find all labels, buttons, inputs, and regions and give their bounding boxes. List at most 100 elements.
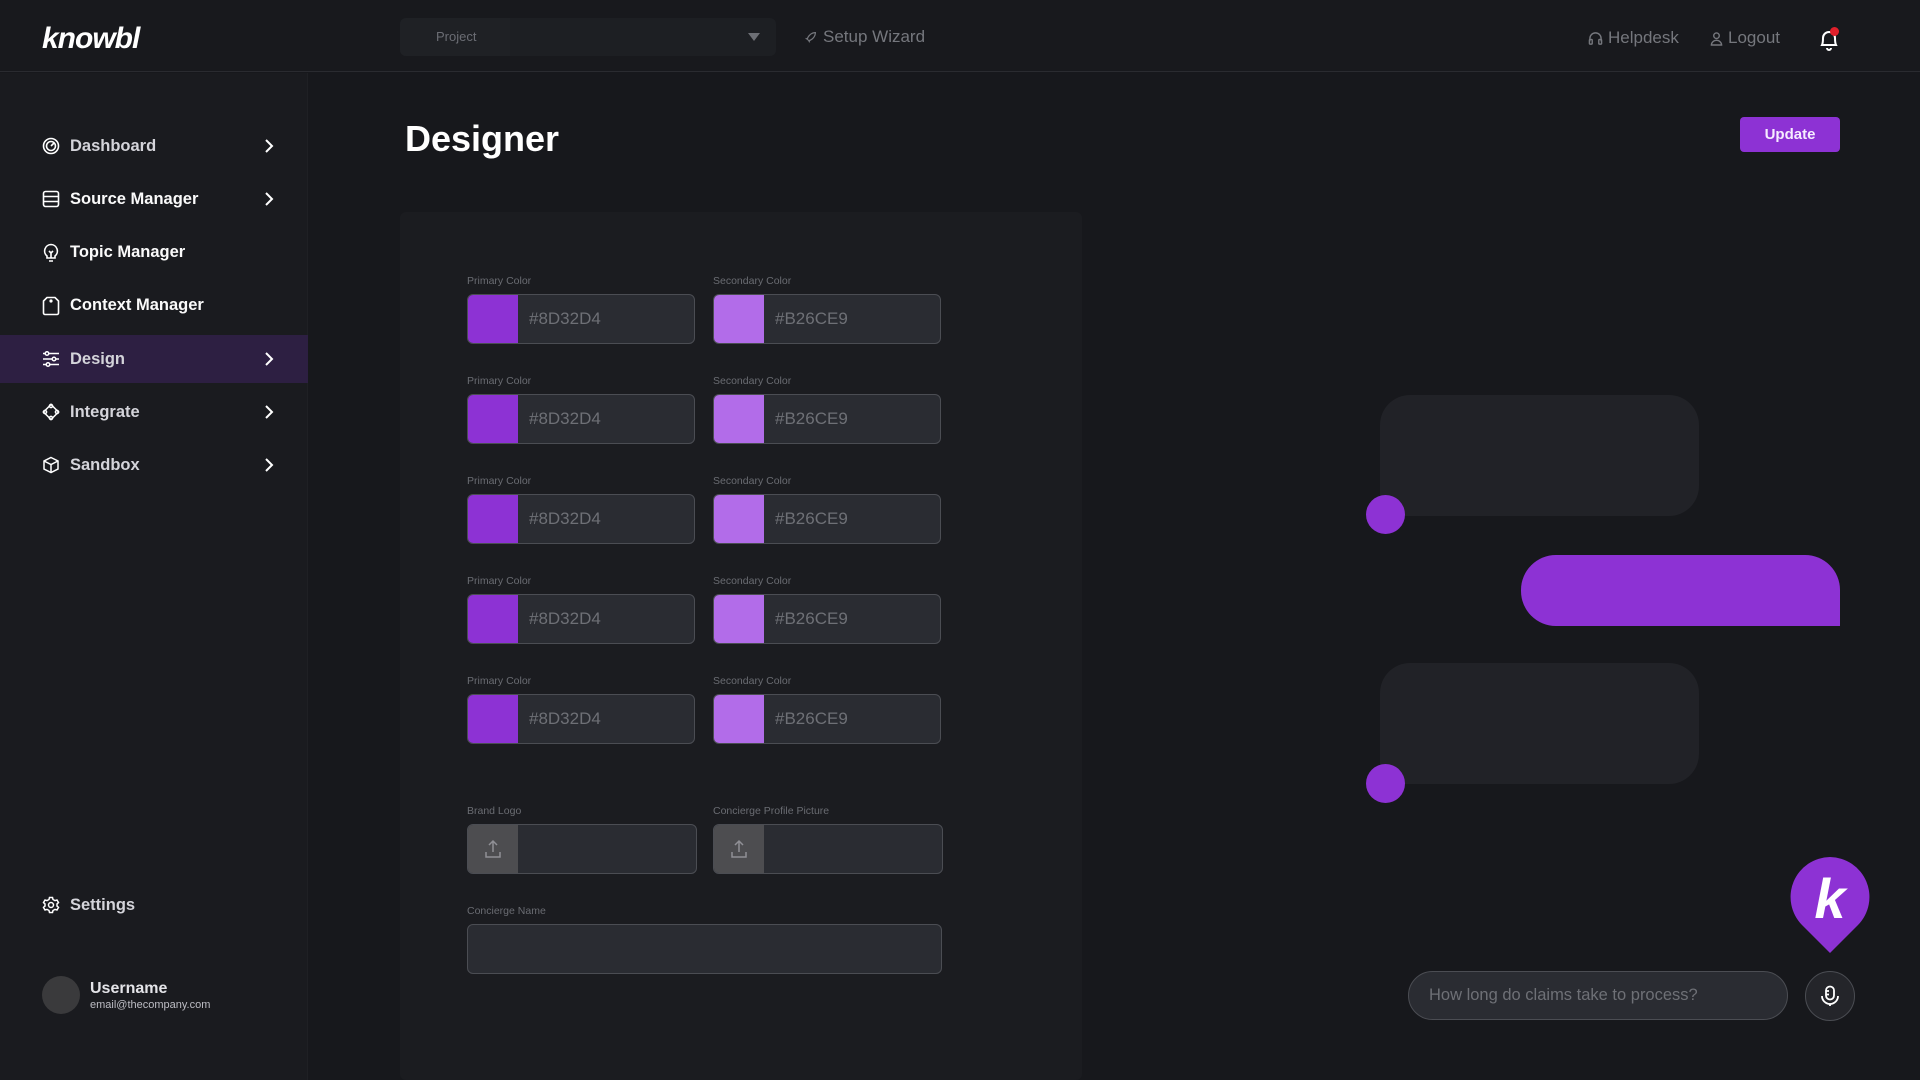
logout-link[interactable]: Logout — [1710, 28, 1780, 48]
secondary-color-hex[interactable]: #B26CE9 — [764, 295, 940, 343]
primary-color-field[interactable]: #8D32D4 — [467, 294, 695, 344]
primary-color-field[interactable]: #8D32D4 — [467, 594, 695, 644]
secondary-color-field[interactable]: #B26CE9 — [713, 294, 941, 344]
lightbulb-icon — [42, 243, 60, 262]
knowbl-logo[interactable]: knowbl — [42, 22, 140, 56]
secondary-color-hex[interactable]: #B26CE9 — [764, 495, 940, 543]
sidebar-item-source-manager[interactable]: Source Manager — [0, 175, 308, 223]
microphone-icon — [1821, 985, 1839, 1006]
secondary-color-field[interactable]: #B26CE9 — [713, 594, 941, 644]
sidebar-item-integrate[interactable]: Integrate — [0, 388, 308, 436]
user-profile[interactable]: Username email@thecompany.com — [42, 976, 210, 1014]
secondary-color-field[interactable]: #B26CE9 — [713, 494, 941, 544]
svg-text:k: k — [1814, 867, 1848, 930]
user-icon — [1710, 31, 1723, 46]
primary-color-field[interactable]: #8D32D4 — [467, 494, 695, 544]
secondary-color-hex[interactable]: #B26CE9 — [764, 695, 940, 743]
secondary-color-swatch[interactable] — [714, 595, 764, 643]
primary-color-label: Primary Color — [467, 575, 532, 587]
secondary-color-hex[interactable]: #B26CE9 — [764, 395, 940, 443]
concierge-launcher[interactable]: k — [1788, 855, 1872, 955]
sidebar-item-label: Dashboard — [70, 136, 157, 155]
primary-color-label: Primary Color — [467, 275, 532, 287]
update-button[interactable]: Update — [1740, 117, 1840, 152]
sidebar-item-sandbox[interactable]: Sandbox — [0, 441, 308, 489]
chevron-right-icon — [265, 458, 274, 472]
helpdesk-link[interactable]: Helpdesk — [1588, 28, 1679, 48]
primary-color-swatch[interactable] — [468, 495, 518, 543]
setup-wizard-link[interactable]: Setup Wizard — [804, 27, 925, 47]
sidebar-item-label: Context Manager — [70, 295, 204, 314]
sidebar-item-design[interactable]: Design — [0, 335, 308, 383]
chevron-right-icon — [265, 352, 274, 366]
primary-color-label: Primary Color — [467, 475, 532, 487]
secondary-color-swatch[interactable] — [714, 695, 764, 743]
brand-logo-label: Brand Logo — [467, 805, 522, 817]
primary-color-hex[interactable]: #8D32D4 — [518, 295, 694, 343]
secondary-color-field[interactable]: #B26CE9 — [713, 394, 941, 444]
secondary-color-label: Secondary Color — [713, 275, 792, 287]
secondary-color-label: Secondary Color — [713, 575, 792, 587]
chat-input[interactable]: How long do claims take to process? — [1408, 971, 1788, 1020]
sidebar-item-context-manager[interactable]: Context Manager — [0, 281, 308, 329]
upload-icon — [731, 839, 747, 858]
username: Username — [90, 979, 168, 997]
chevron-right-icon — [265, 405, 274, 419]
concierge-name-input[interactable] — [467, 924, 942, 974]
bot-message-bubble — [1380, 663, 1699, 784]
sidebar-item-dashboard[interactable]: Dashboard — [0, 122, 308, 170]
secondary-color-field[interactable]: #B26CE9 — [713, 694, 941, 744]
chevron-right-icon — [265, 192, 274, 206]
gauge-icon — [42, 137, 60, 155]
primary-color-label: Primary Color — [467, 675, 532, 687]
primary-color-field[interactable]: #8D32D4 — [467, 694, 695, 744]
secondary-color-label: Secondary Color — [713, 475, 792, 487]
secondary-color-swatch[interactable] — [714, 395, 764, 443]
notifications-button[interactable] — [1817, 27, 1841, 52]
sidebar-item-label: Integrate — [70, 402, 140, 421]
primary-color-label: Primary Color — [467, 375, 532, 387]
primary-color-swatch[interactable] — [468, 595, 518, 643]
sidebar: Dashboard Source Manager Topic Manager C… — [0, 73, 308, 1080]
secondary-color-swatch[interactable] — [714, 295, 764, 343]
gear-icon — [42, 896, 60, 914]
setup-wizard-label: Setup Wizard — [823, 27, 926, 46]
upload-button[interactable] — [714, 825, 764, 873]
primary-color-hex[interactable]: #8D32D4 — [518, 695, 694, 743]
rocket-icon — [805, 31, 816, 43]
project-select[interactable]: Project — [400, 18, 776, 56]
secondary-color-hex[interactable]: #B26CE9 — [764, 595, 940, 643]
sliders-icon — [42, 350, 60, 368]
primary-color-hex[interactable]: #8D32D4 — [518, 395, 694, 443]
concierge-picture-label: Concierge Profile Picture — [713, 805, 830, 817]
logout-label: Logout — [1728, 28, 1780, 47]
chat-input-placeholder: How long do claims take to process? — [1429, 986, 1698, 1004]
user-message-bubble — [1521, 555, 1840, 626]
sidebar-item-topic-manager[interactable]: Topic Manager — [0, 228, 308, 276]
bot-avatar-dot — [1366, 764, 1405, 803]
sidebar-item-label: Topic Manager — [70, 242, 186, 261]
primary-color-swatch[interactable] — [468, 395, 518, 443]
primary-color-hex[interactable]: #8D32D4 — [518, 595, 694, 643]
sidebar-item-label: Settings — [70, 895, 136, 914]
headset-icon — [1588, 31, 1603, 45]
primary-color-field[interactable]: #8D32D4 — [467, 394, 695, 444]
bot-avatar-dot — [1366, 495, 1405, 534]
integrate-icon — [42, 403, 60, 421]
avatar — [42, 976, 80, 1014]
primary-color-swatch[interactable] — [468, 695, 518, 743]
upload-icon — [485, 839, 501, 858]
secondary-color-swatch[interactable] — [714, 495, 764, 543]
microphone-button[interactable] — [1805, 971, 1855, 1021]
secondary-color-label: Secondary Color — [713, 675, 792, 687]
concierge-picture-upload[interactable] — [713, 824, 943, 874]
sidebar-item-settings[interactable]: Settings — [0, 881, 308, 929]
sidebar-item-label: Source Manager — [70, 189, 199, 208]
upload-button[interactable] — [468, 825, 518, 873]
brand-logo-upload[interactable] — [467, 824, 697, 874]
user-email: email@thecompany.com — [90, 998, 211, 1011]
tag-icon — [42, 296, 60, 316]
primary-color-swatch[interactable] — [468, 295, 518, 343]
page-title: Designer — [405, 118, 560, 159]
primary-color-hex[interactable]: #8D32D4 — [518, 495, 694, 543]
